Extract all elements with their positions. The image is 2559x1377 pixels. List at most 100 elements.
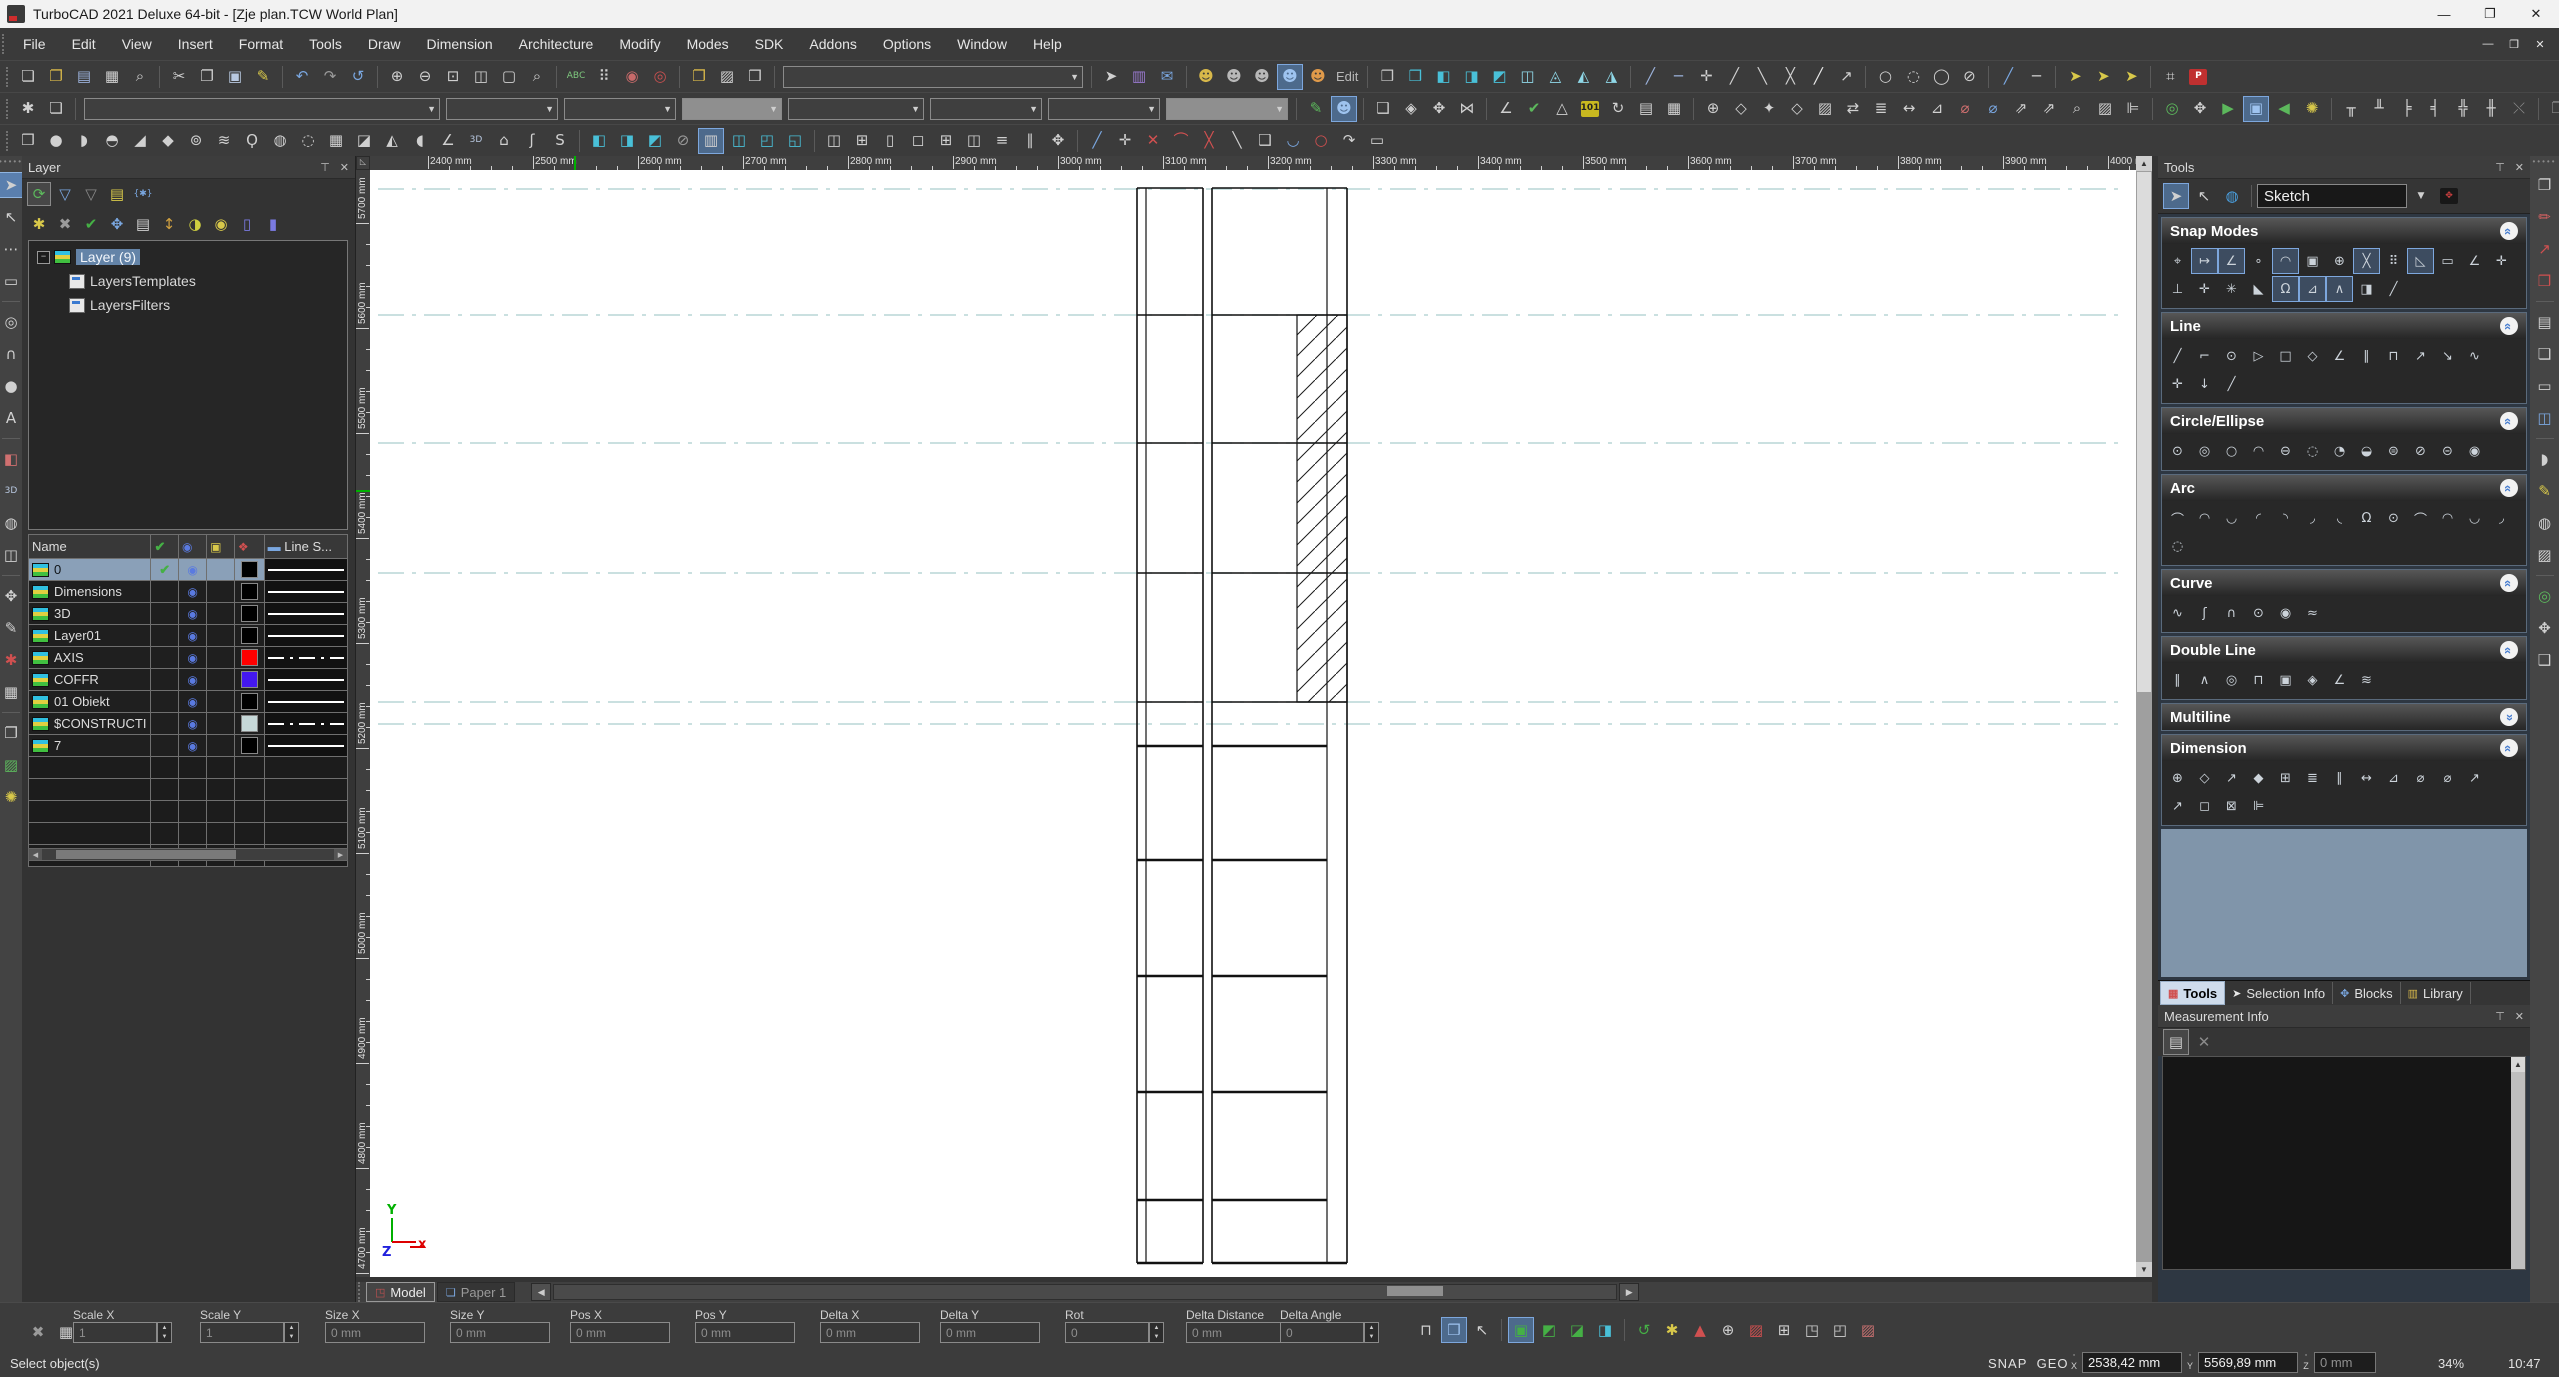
dim-leader-1-icon[interactable]: ⇗ <box>2008 96 2034 122</box>
solid-dome-icon[interactable]: ◓ <box>99 128 125 154</box>
snap-divide-icon[interactable]: ∘ <box>2245 248 2272 274</box>
user-profile-3-icon[interactable]: ☻ <box>1249 64 1275 90</box>
line-angle-icon[interactable]: ∠ <box>2326 343 2353 369</box>
arc-concave-icon[interactable]: ◡ <box>2218 505 2245 531</box>
collapse-chevron-icon[interactable]: « <box>2500 739 2518 757</box>
line-single-icon[interactable]: ╱ <box>2164 343 2191 369</box>
panel-node-select-icon[interactable]: ↖ <box>2191 183 2217 209</box>
mdi-close-icon[interactable]: ✕ <box>2527 34 2553 54</box>
delta-y-field[interactable]: 0 mm <box>940 1322 1040 1343</box>
layer-visible-cell[interactable]: ◉ <box>178 646 208 669</box>
segment-vector-icon[interactable]: ↗ <box>1833 64 1859 90</box>
dim-quick-icon[interactable]: ✦ <box>1756 96 1782 122</box>
snap-run-2-icon[interactable]: ➤ <box>2090 64 2116 90</box>
delta-angle-spinner[interactable]: ▲ ▼ <box>1364 1322 1379 1343</box>
ortho-lock-icon[interactable]: ⊓ <box>1413 1317 1439 1343</box>
scroll-thumb[interactable] <box>56 850 236 859</box>
corner-mode-2-icon[interactable]: ◪ <box>1564 1317 1590 1343</box>
section-header[interactable]: Arc « <box>2162 475 2526 501</box>
collapse-chevron-icon[interactable]: « <box>2500 317 2518 335</box>
solid-pyramid-icon[interactable]: ◭ <box>379 128 405 154</box>
dim-center-icon[interactable]: ⊕ <box>1700 96 1726 122</box>
cursor-mode-icon[interactable]: ↖ <box>1469 1317 1495 1343</box>
snap-nearest-icon[interactable]: ↦ <box>2191 248 2218 274</box>
layer-linestyle-cell[interactable] <box>263 668 349 691</box>
arc-tangent-icon[interactable]: Ω <box>2353 505 2380 531</box>
layers-stack-icon[interactable]: ❏ <box>2532 341 2558 367</box>
origin-tool-icon[interactable]: ⊕ <box>1715 1317 1741 1343</box>
menu-window[interactable]: Window <box>944 28 1020 60</box>
layer-lock-cell[interactable] <box>206 712 235 735</box>
circle-bottom-icon[interactable]: ◒ <box>2353 438 2380 464</box>
layer-color-cell[interactable] <box>233 580 265 603</box>
fill-mode-icon[interactable]: ▣ <box>1508 1317 1534 1343</box>
zoom-previous-icon[interactable]: ⌕ <box>524 64 550 90</box>
snap-grid-icon[interactable]: ⠿ <box>2380 248 2407 274</box>
angle-combo-combo[interactable]: ▼ <box>1048 97 1160 120</box>
preset-dropdown-icon[interactable]: ▼ <box>2408 183 2434 209</box>
layer-name-cell[interactable]: 0 <box>27 558 152 581</box>
menu-options[interactable]: Options <box>870 28 944 60</box>
sweep-icon[interactable]: S <box>547 128 573 154</box>
pattern-combo-combo[interactable]: ▼ <box>788 97 924 120</box>
scroll-down-icon[interactable]: ▼ <box>2136 1262 2152 1277</box>
zoom-window-icon[interactable]: ⊡ <box>440 64 466 90</box>
circle-3point-icon[interactable]: ◠ <box>2245 438 2272 464</box>
snap-aperture-icon[interactable]: ❒ <box>1441 1317 1467 1343</box>
send-mail-icon[interactable]: ✉ <box>1154 64 1180 90</box>
layer-row[interactable]: COFFR ◉ <box>27 668 349 691</box>
layer-active-cell[interactable] <box>150 734 180 757</box>
triangle-tool-icon[interactable]: △ <box>1549 96 1575 122</box>
dim-baseline-icon[interactable]: ≣ <box>1868 96 1894 122</box>
dim-frame-panel-icon[interactable]: ⊠ <box>2218 793 2245 819</box>
layer-active-cell[interactable] <box>150 690 180 713</box>
rectangle-tool-icon[interactable]: ▭ <box>0 268 24 294</box>
layer-row[interactable]: 01 Obiekt ◉ <box>27 690 349 713</box>
dim-angle-panel-icon[interactable]: ⊿ <box>2380 765 2407 791</box>
undo-icon[interactable]: ↶ <box>289 64 315 90</box>
ungroup-icon[interactable]: ◈ <box>1398 96 1424 122</box>
text-tool-icon[interactable]: A <box>0 405 24 431</box>
table-tool-2-icon[interactable]: ▦ <box>1661 96 1687 122</box>
solid-hemisphere-icon[interactable]: ◗ <box>71 128 97 154</box>
layer-color-cell[interactable] <box>233 712 265 735</box>
layer-group-brackets-icon[interactable]: {✱} <box>131 182 155 206</box>
dim-aligned-icon[interactable]: ◇ <box>2191 765 2218 791</box>
circle-diameter-icon[interactable]: ⊖ <box>2272 438 2299 464</box>
modify-extend-icon[interactable]: ╲ <box>1224 128 1250 154</box>
explode-icon[interactable]: ✥ <box>1426 96 1452 122</box>
grid-opening-icon[interactable]: ⊞ <box>849 128 875 154</box>
align-right-icon[interactable]: ╡ <box>2422 96 2448 122</box>
solid-mesh-icon[interactable]: ▦ <box>323 128 349 154</box>
materials-tool-icon[interactable]: ✱ <box>0 647 24 673</box>
segment-4-icon[interactable]: ╲ <box>1749 64 1775 90</box>
pick-arrow-icon[interactable]: ↗ <box>2532 236 2558 262</box>
layer-active-cell[interactable] <box>150 668 180 691</box>
arc-quarter-3-icon[interactable]: ◞ <box>2299 505 2326 531</box>
copy-array-1-icon[interactable]: ❐ <box>2545 96 2559 122</box>
print-icon[interactable]: ▦ <box>99 64 125 90</box>
menu-draw[interactable]: Draw <box>355 28 414 60</box>
publish-icon[interactable]: ❒ <box>742 64 768 90</box>
show-all-icon[interactable]: ◉ <box>209 212 233 236</box>
export-icon[interactable]: ▨ <box>714 64 740 90</box>
open-icon[interactable]: ❐ <box>43 64 69 90</box>
point-tool-icon[interactable]: ● <box>0 373 24 399</box>
menu-sdk[interactable]: SDK <box>742 28 797 60</box>
layer-tree-item[interactable]: LayersFilters <box>29 293 347 317</box>
view-previous-icon[interactable]: ◀ <box>2271 96 2297 122</box>
layer-states-icon[interactable]: ▤ <box>105 182 129 206</box>
close-button[interactable]: ✕ <box>2513 0 2559 28</box>
align-center-icon[interactable]: ╬ <box>2450 96 2476 122</box>
table-tool-1-icon[interactable]: ▤ <box>1633 96 1659 122</box>
disabled-link-icon[interactable]: ⤬ <box>2506 96 2532 122</box>
angle-constraint-icon[interactable]: ∠ <box>1493 96 1519 122</box>
filter-clear-icon[interactable]: ▽ <box>79 182 103 206</box>
tab-tools[interactable]: ▦ Tools <box>2160 981 2226 1005</box>
dim-hatch-icon[interactable]: ▨ <box>1812 96 1838 122</box>
segment-2-icon[interactable]: ─ <box>1665 64 1691 90</box>
rot-field[interactable]: 0 <box>1065 1322 1149 1343</box>
snap-face-icon[interactable]: ◺ <box>2407 248 2434 274</box>
dim-diameter-icon[interactable]: ⌀ <box>1980 96 2006 122</box>
layer-linestyle-cell[interactable] <box>263 624 349 647</box>
